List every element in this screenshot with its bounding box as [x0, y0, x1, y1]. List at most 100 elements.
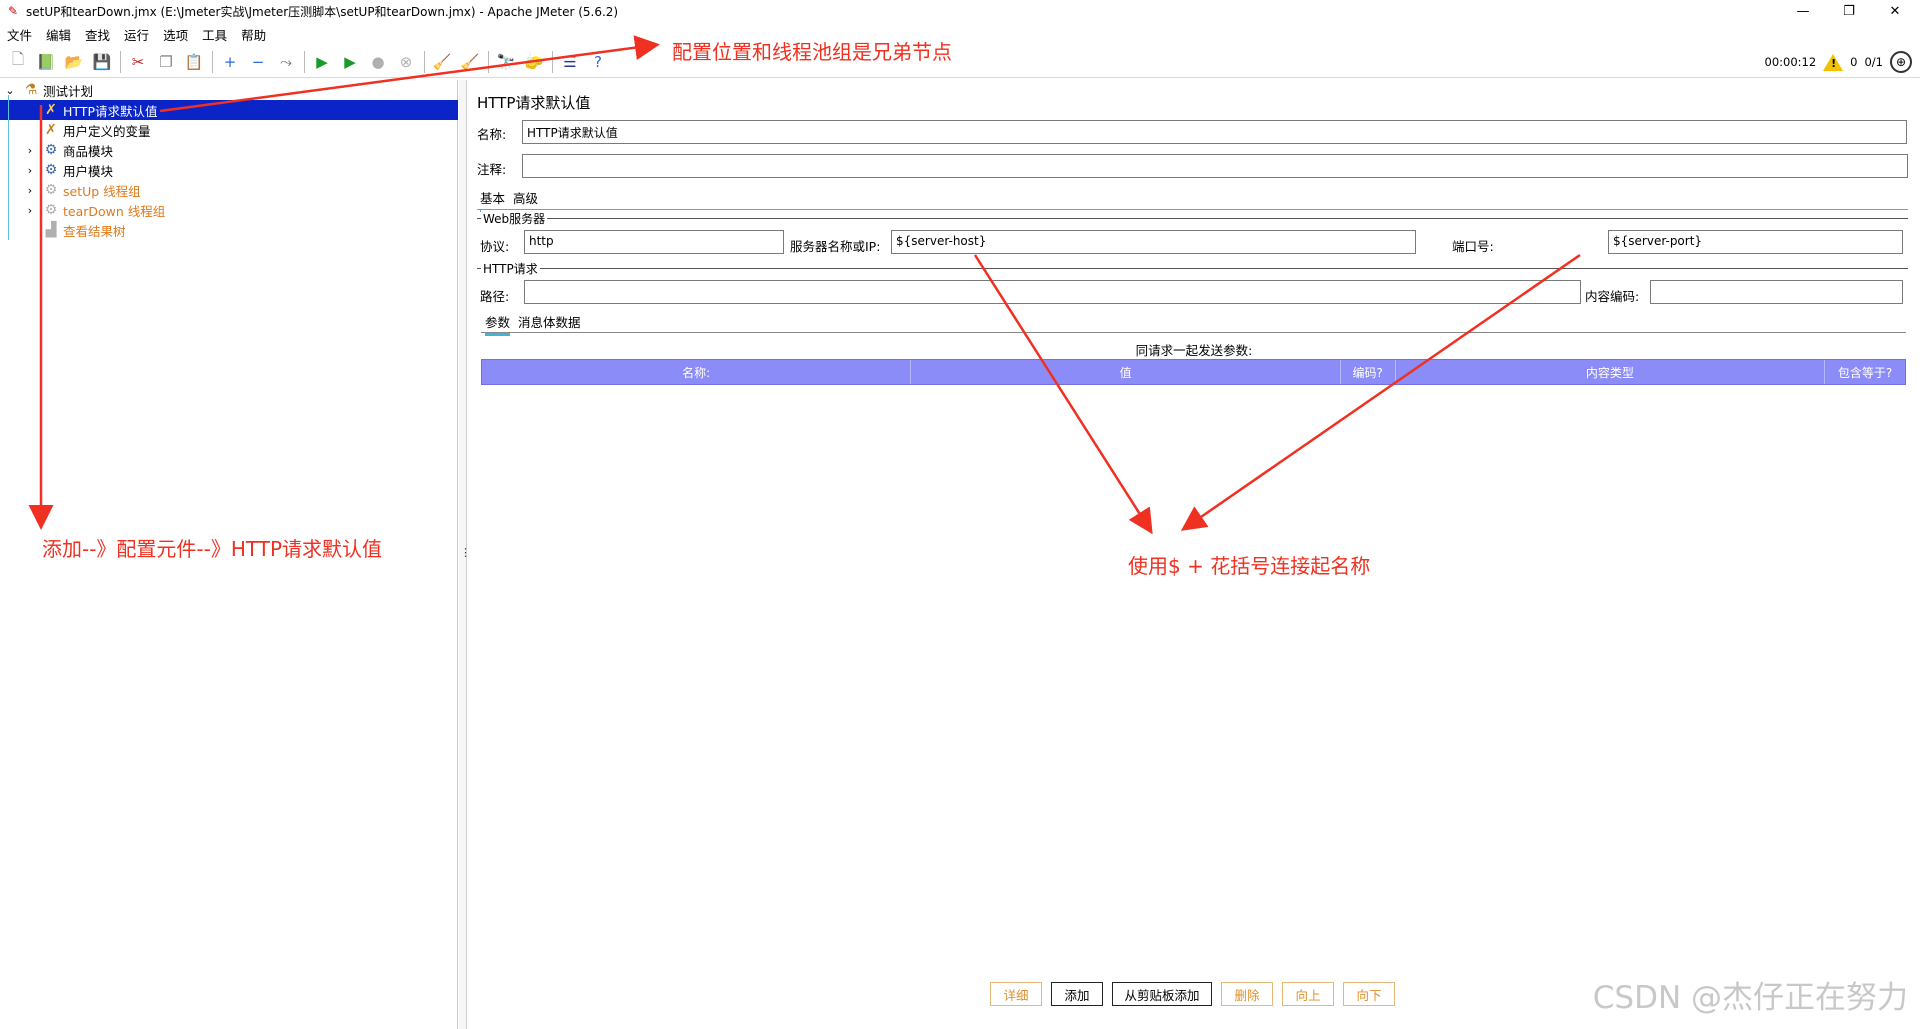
- new-icon[interactable]: 🗋: [6, 50, 30, 74]
- server-label: 服务器名称或IP:: [790, 239, 881, 254]
- protocol-field[interactable]: http: [524, 230, 784, 254]
- toolbar: 🗋 📗 📂 💾 ✂ ❐ 📋 + − ⤳ ▶ ▶ ● ⊗ 🧹 🧹 🔭 🧽 ☰?: [0, 46, 1920, 78]
- elapsed-timer: 00:00:12: [1764, 55, 1817, 69]
- start-icon[interactable]: ▶: [310, 50, 334, 74]
- copy-icon[interactable]: ❐: [154, 50, 178, 74]
- jmeter-window: ✎ setUP和tearDown.jmx (E:\Jmeter实战\Jmeter…: [0, 0, 1920, 1029]
- remote-status-icon[interactable]: ⊕: [1890, 51, 1912, 73]
- tree-item[interactable]: ⌄ ⚗ 测试计划: [0, 80, 458, 100]
- menu-edit[interactable]: 编辑: [39, 25, 78, 44]
- reset-search-icon[interactable]: 🧽: [522, 50, 546, 74]
- panel-splitter[interactable]: ⋮: [459, 80, 471, 1029]
- comment-field[interactable]: [522, 154, 1908, 178]
- column-value[interactable]: 值: [911, 360, 1341, 384]
- start-no-pause-icon[interactable]: ▶: [338, 50, 362, 74]
- expand-toggle-icon[interactable]: ›: [24, 184, 36, 197]
- tree-item-label: tearDown 线程组: [63, 203, 166, 219]
- search-icon[interactable]: 🔭: [494, 50, 518, 74]
- path-field[interactable]: [524, 280, 1581, 304]
- toolbar-separator: [120, 50, 121, 73]
- menu-tools[interactable]: 工具: [195, 25, 234, 44]
- encoding-label: 内容编码:: [1585, 289, 1640, 304]
- tab-advanced[interactable]: 高级: [513, 188, 538, 209]
- thread-count: 0/1: [1864, 55, 1883, 69]
- menu-search[interactable]: 查找: [78, 25, 117, 44]
- encoding-field[interactable]: [1650, 280, 1903, 304]
- detail-button[interactable]: 详细: [990, 982, 1042, 1006]
- save-icon[interactable]: 💾: [90, 50, 114, 74]
- tree-item[interactable]: › ⚙ 商品模块: [0, 140, 458, 160]
- tree-item-label: HTTP请求默认值: [63, 103, 158, 119]
- tree-item[interactable]: ✗ 用户定义的变量: [0, 120, 458, 140]
- page-title: HTTP请求默认值: [477, 94, 591, 112]
- help-icon[interactable]: ?: [586, 50, 610, 74]
- column-encode[interactable]: 编码?: [1341, 360, 1396, 384]
- column-include-equals[interactable]: 包含等于?: [1825, 360, 1905, 384]
- port-field[interactable]: ${server-port}: [1608, 230, 1903, 254]
- tree-item[interactable]: ▟ 查看结果树: [0, 220, 458, 240]
- warning-icon[interactable]: [1823, 53, 1844, 71]
- tree-item-label: 查看结果树: [63, 223, 126, 239]
- menu-bar: 文件 编辑 查找 运行 选项 工具 帮助: [0, 24, 273, 44]
- menu-options[interactable]: 选项: [156, 25, 195, 44]
- paste-icon[interactable]: 📋: [182, 50, 206, 74]
- tree-item-label: 用户定义的变量: [63, 123, 151, 139]
- thread-group-icon: ⚙: [44, 162, 58, 178]
- tree-guide-line: [8, 95, 9, 240]
- http-request-group-title: HTTP请求: [481, 260, 540, 277]
- toolbar-separator: [424, 50, 425, 73]
- subtab-body-data[interactable]: 消息体数据: [518, 312, 581, 333]
- server-field[interactable]: ${server-host}: [891, 230, 1416, 254]
- collapse-icon[interactable]: −: [246, 50, 270, 74]
- http-request-group-line: [477, 268, 1908, 269]
- tree-item-label: 商品模块: [63, 143, 114, 159]
- function-helper-icon[interactable]: ☰: [558, 50, 582, 74]
- tree-item-label: setUp 线程组: [63, 183, 141, 199]
- path-label: 路径:: [480, 289, 510, 304]
- maximize-button[interactable]: ❐: [1826, 0, 1872, 22]
- column-name[interactable]: 名称:: [482, 360, 912, 384]
- params-caption: 同请求一起发送参数:: [1135, 343, 1253, 358]
- templates-icon[interactable]: 📗: [34, 50, 58, 74]
- add-from-clipboard-button[interactable]: 从剪贴板添加: [1112, 982, 1212, 1006]
- tree-item[interactable]: › ⚙ tearDown 线程组: [0, 200, 458, 220]
- open-icon[interactable]: 📂: [62, 50, 86, 74]
- config-element-icon: ✗: [45, 102, 57, 118]
- toggle-icon[interactable]: ⤳: [274, 50, 298, 74]
- jmeter-feather-icon: ✎: [7, 4, 19, 18]
- expand-toggle-icon[interactable]: ›: [24, 164, 36, 177]
- menu-run[interactable]: 运行: [117, 25, 156, 44]
- close-button[interactable]: ✕: [1872, 0, 1918, 22]
- clear-all-icon[interactable]: 🧹: [458, 50, 482, 74]
- toolbar-separator: [304, 50, 305, 73]
- toolbar-separator: [488, 50, 489, 73]
- shutdown-icon[interactable]: ⊗: [394, 50, 418, 74]
- menu-file[interactable]: 文件: [0, 25, 39, 44]
- expand-toggle-icon[interactable]: ›: [24, 144, 36, 157]
- menu-help[interactable]: 帮助: [234, 25, 273, 44]
- annotation-add-config-note: 添加--》配置元件--》HTTP请求默认值: [42, 537, 383, 561]
- tree-item[interactable]: › ⚙ 用户模块: [0, 160, 458, 180]
- delete-button[interactable]: 删除: [1221, 982, 1273, 1006]
- stop-icon[interactable]: ●: [366, 50, 390, 74]
- annotation-variable-note: 使用$ + 花括号连接起名称: [1128, 554, 1371, 578]
- status-area: 00:00:12 0 0/1 ⊕: [1764, 50, 1912, 74]
- move-up-button[interactable]: 向上: [1282, 982, 1334, 1006]
- minimize-button[interactable]: —: [1780, 0, 1826, 22]
- web-server-group-title: Web服务器: [481, 210, 548, 227]
- setup-thread-group-icon: ⚙: [44, 182, 58, 198]
- name-field[interactable]: HTTP请求默认值: [522, 120, 1907, 144]
- tree-item[interactable]: ✗ HTTP请求默认值: [0, 100, 458, 120]
- collapse-toggle-icon[interactable]: ⌄: [4, 84, 16, 97]
- tab-underline: [477, 209, 1908, 210]
- tree-item[interactable]: › ⚙ setUp 线程组: [0, 180, 458, 200]
- column-content-type[interactable]: 内容类型: [1396, 360, 1826, 384]
- add-button[interactable]: 添加: [1051, 982, 1103, 1006]
- expand-icon[interactable]: +: [218, 50, 242, 74]
- warning-count: 0: [1850, 55, 1858, 69]
- cut-icon[interactable]: ✂: [126, 50, 150, 74]
- move-down-button[interactable]: 向下: [1343, 982, 1395, 1006]
- expand-toggle-icon[interactable]: ›: [24, 204, 36, 217]
- port-label: 端口号:: [1452, 239, 1494, 254]
- clear-icon[interactable]: 🧹: [430, 50, 454, 74]
